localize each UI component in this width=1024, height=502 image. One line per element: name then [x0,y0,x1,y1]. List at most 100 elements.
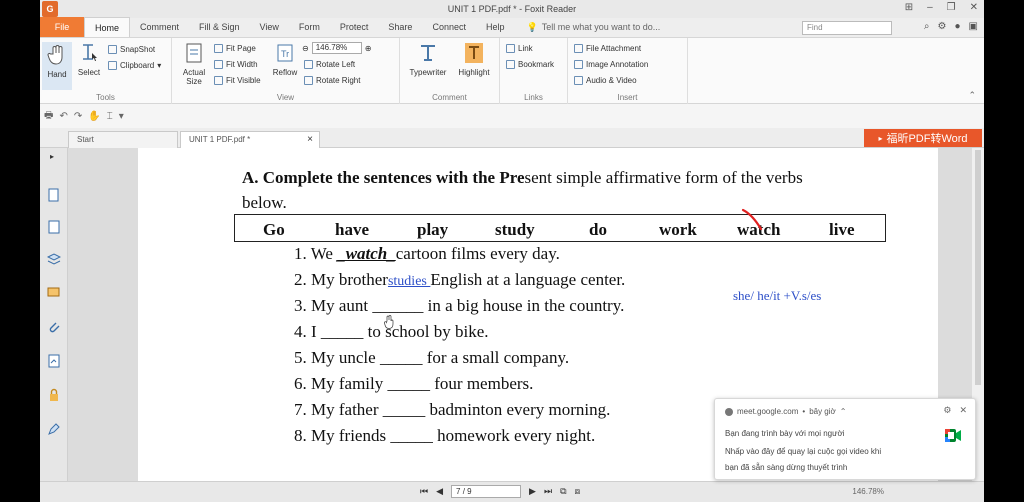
group-label-comment: Comment [432,93,467,102]
ribbon-options-icon[interactable]: ⊞ [905,2,913,13]
page-view-icon[interactable]: ⧉ [560,486,566,497]
reflow-icon: Tr [277,44,293,62]
fit-page-icon [214,43,223,53]
collapse-ribbon-icon[interactable]: ⌃ [968,90,976,101]
bookmark-icon [506,59,515,69]
gear-icon[interactable]: ⚙ [943,405,951,416]
attachments-icon[interactable] [47,320,61,334]
tell-me-box[interactable]: 💡 Tell me what you want to do... [515,17,661,37]
find-tools: ⌕ ⚙ ● ▣ [924,21,978,32]
file-attachment-button[interactable]: File Attachment [574,41,641,55]
sentence-6: 6. My family _____ four members. [294,374,534,393]
close-icon[interactable]: ✕ [970,2,978,13]
bookmarks-icon[interactable] [47,220,61,234]
page-number-input[interactable]: 7 / 9 [451,485,522,498]
customize-icon[interactable]: ▾ [119,111,124,122]
undo-icon[interactable]: ↶ [59,111,67,122]
last-page-icon[interactable]: ⏭ [544,486,552,497]
tab-protect[interactable]: Protect [330,17,379,37]
handwritten-grammar-note: she/ he/it +V.s/es [733,288,822,303]
sentence-3: 3. My aunt ______ in a big house in the … [294,296,625,315]
tab-form[interactable]: Form [289,17,330,37]
comments-icon[interactable] [47,286,61,300]
select-text-icon [83,44,97,61]
next-page-icon[interactable]: ▶ [529,486,536,497]
audio-video-button[interactable]: Audio & Video [574,73,637,87]
rotate-left-button[interactable]: Rotate Left [304,57,355,71]
film-icon [574,75,583,85]
hand-button[interactable]: Hand [42,42,72,90]
tab-help[interactable]: Help [476,17,515,37]
fit-visible-button[interactable]: Fit Visible [214,73,261,87]
user-icon[interactable]: ● [955,21,961,32]
fit-view-icon[interactable]: ⧈ [575,486,581,497]
signatures-icon[interactable] [47,354,61,368]
image-annotation-button[interactable]: Image Annotation [574,57,648,71]
zoom-input[interactable]: 146.78% [311,42,362,54]
hand-tool-icon[interactable]: ✋ [88,111,100,122]
svg-text:Tr: Tr [281,49,289,59]
pdf-to-word-button[interactable]: ▸ 福昕PDF转Word [864,129,982,147]
bookmark-button[interactable]: Bookmark [506,57,554,71]
sentence-1: 1. We _watch_cartoon films every day. [294,244,560,263]
status-zoom[interactable]: 146.78% [852,487,884,496]
print-icon[interactable]: 🖶 [44,108,53,125]
tab-comment[interactable]: Comment [130,17,189,37]
actual-size-button[interactable]: Actual Size [176,42,212,86]
previous-page-icon[interactable]: ◀ [436,486,443,497]
first-page-icon[interactable]: ⏮ [420,486,428,497]
fit-page-button[interactable]: Fit Page [214,41,256,55]
snapshot-button[interactable]: SnapShot [108,42,155,56]
zoom-in-icon[interactable]: ⊕ [365,44,372,53]
highlight-button[interactable]: Highlight [454,42,494,77]
ribbon: Hand Select SnapShot Clipboard ▾ Tools Ac… [40,38,984,104]
pages-icon[interactable] [47,188,61,202]
select-tool-icon[interactable]: ⌶ [107,111,113,122]
file-menu[interactable]: File [40,17,84,37]
layers-icon[interactable] [47,252,61,266]
close-tab-icon[interactable]: × [307,134,313,145]
restore-icon[interactable]: ❐ [947,2,956,13]
rotate-right-button[interactable]: Rotate Right [304,73,360,87]
group-label-view: View [276,93,295,102]
tab-share[interactable]: Share [378,17,422,37]
tab-home[interactable]: Home [84,17,131,37]
clipboard-icon [108,60,117,70]
page-navigation: ⏮ ◀ 7 / 9 ▶ ⏭ ⧉ ⧈ [420,485,580,498]
tab-fill-sign[interactable]: Fill & Sign [189,17,250,37]
sentence-8: 8. My friends _____ homework every night… [294,426,596,445]
find-input[interactable]: Find [802,21,892,35]
reflow-button[interactable]: Tr Reflow [270,42,300,77]
pen-tool-icon[interactable] [47,422,61,436]
chevron-up-icon: ⌃ [839,407,847,416]
lightbulb-icon: 💡 [526,21,538,32]
typewriter-button[interactable]: Typewriter [406,42,450,77]
tab-connect[interactable]: Connect [422,17,476,37]
tab-document[interactable]: UNIT 1 PDF.pdf * × [180,131,320,148]
search-icon[interactable]: ⌕ [924,21,930,32]
clipboard-button[interactable]: Clipboard ▾ [108,58,161,72]
verb-item: do [589,220,607,239]
ribbon-group-insert: File Attachment Image Annotation Audio &… [568,38,688,104]
scrollbar-thumb[interactable] [975,150,981,385]
highlight-icon [465,43,483,63]
select-button[interactable]: Select [74,42,104,77]
lock-icon[interactable] [47,388,61,402]
screen-share-notification[interactable]: meet.google.com • bây giờ ⌃ ⚙ ✕ Bạn đang… [714,398,976,480]
redo-icon[interactable]: ↷ [74,111,82,122]
image-icon [574,59,583,69]
tab-view[interactable]: View [250,17,289,37]
link-button[interactable]: Link [506,41,533,55]
sentence-2: 2. My brotherstudies English at a langua… [294,270,626,289]
fit-width-icon [214,59,223,69]
fit-width-button[interactable]: Fit Width [214,57,258,71]
zoom-out-icon[interactable]: ⊖ [302,44,309,53]
gear-icon[interactable]: ⚙ [938,21,947,32]
layout-icon[interactable]: ▣ [969,21,978,32]
verb-item: work [659,220,697,239]
minimize-icon[interactable]: – [927,2,933,13]
tab-start[interactable]: Start [68,131,178,148]
expand-panel-icon[interactable]: ▸ [50,152,54,161]
close-icon[interactable]: ✕ [959,405,967,416]
foxit-reader-window: G UNIT 1 PDF.pdf * - Foxit Reader ⊞ – ❐ … [40,0,984,502]
